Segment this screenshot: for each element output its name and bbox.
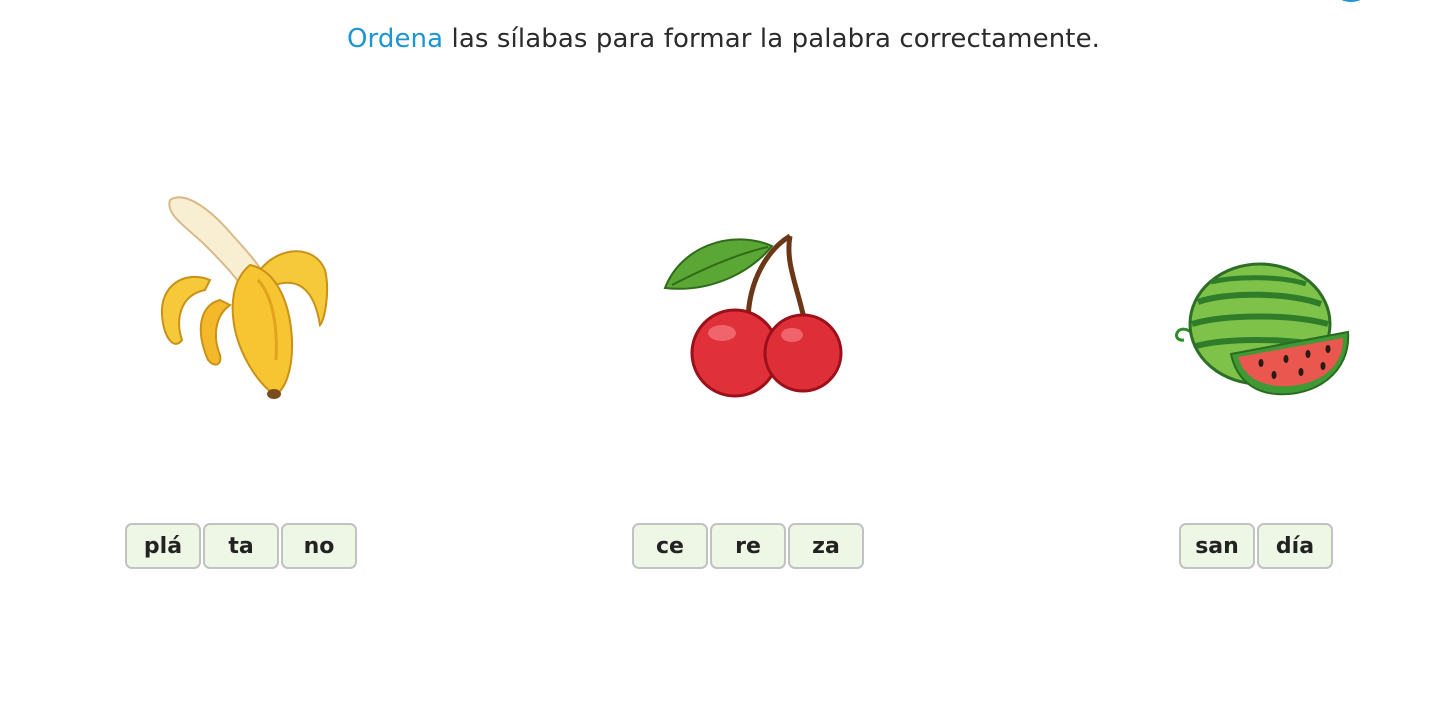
banana-icon bbox=[150, 190, 340, 405]
syllable-tile[interactable]: ce bbox=[632, 523, 708, 569]
instruction-rest: las sílabas para formar la palabra corre… bbox=[443, 24, 1101, 54]
syllable-tile[interactable]: no bbox=[281, 523, 357, 569]
syllable-group-cherry: ce re za bbox=[632, 523, 864, 569]
syllable-tile[interactable]: ta bbox=[203, 523, 279, 569]
syllable-tile[interactable]: san bbox=[1179, 523, 1255, 569]
syllable-tile[interactable]: plá bbox=[125, 523, 201, 569]
instruction-text: Ordena las sílabas para formar la palabr… bbox=[0, 24, 1447, 54]
help-icon[interactable] bbox=[1334, 0, 1368, 2]
syllable-group-watermelon: san día bbox=[1179, 523, 1333, 569]
exercise-stage: Ordena las sílabas para formar la palabr… bbox=[0, 0, 1447, 716]
syllable-group-banana: plá ta no bbox=[125, 523, 357, 569]
instruction-highlight: Ordena bbox=[346, 24, 444, 54]
syllable-tile[interactable]: día bbox=[1257, 523, 1333, 569]
cherry-icon bbox=[660, 228, 850, 403]
syllable-tile[interactable]: za bbox=[788, 523, 864, 569]
watermelon-icon bbox=[1166, 262, 1356, 402]
syllable-tile[interactable]: re bbox=[710, 523, 786, 569]
